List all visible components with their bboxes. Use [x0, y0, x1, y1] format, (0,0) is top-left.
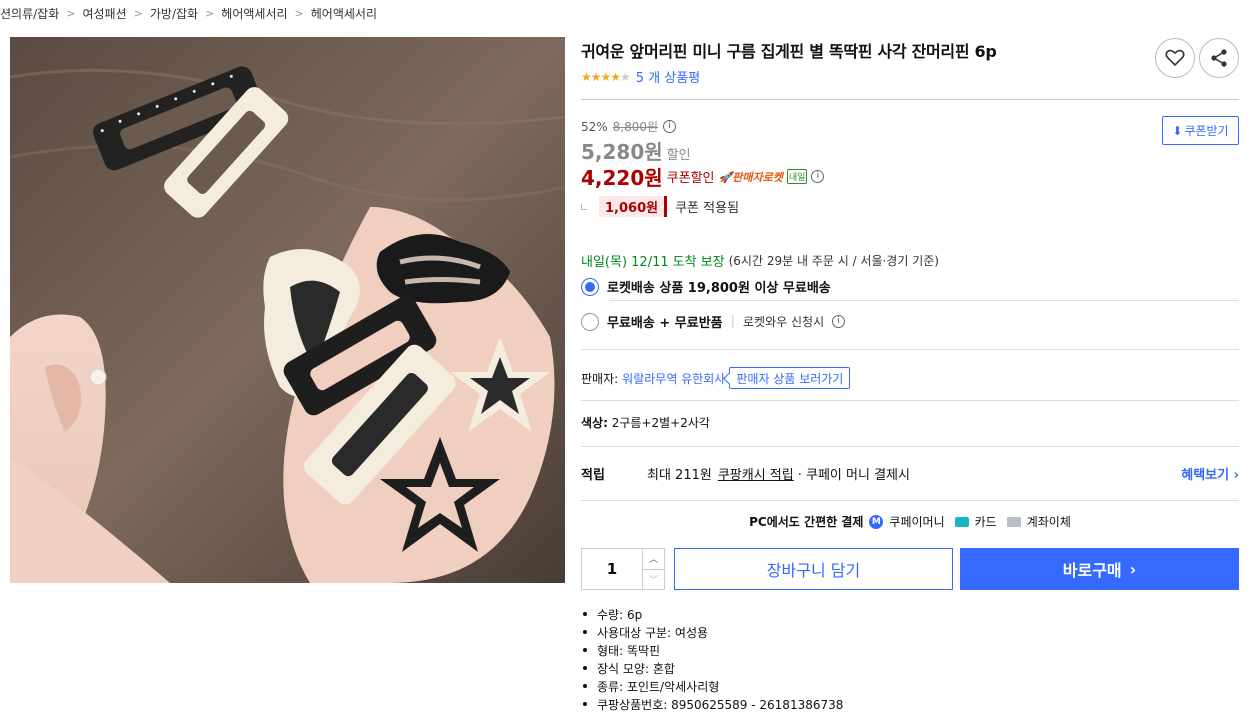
coupon-download-button[interactable]: ⬇ 쿠폰받기: [1162, 116, 1239, 145]
breadcrumb-item[interactable]: 헤어액세서리: [311, 5, 377, 22]
sale-price: 5,280원: [581, 140, 663, 164]
wishlist-button[interactable]: [1155, 38, 1195, 78]
breadcrumb-item[interactable]: 여성패션: [82, 5, 126, 22]
bank-transfer-icon: [1006, 516, 1021, 527]
product-attributes: 수량: 6p 사용대상 구분: 여성용 형태: 똑딱핀 장식 모양: 혼합 종류…: [581, 605, 843, 713]
chevron-right-icon: ›: [1233, 468, 1239, 483]
buy-now-label: 바로구매: [1062, 561, 1122, 580]
seller-row: 판매자: 워랄라무역 유한회사 판매자 상품 보러가기: [581, 367, 851, 389]
quantity-input[interactable]: 1: [582, 549, 642, 589]
rating: ★★★★★ 5 개 상품평: [581, 67, 700, 87]
breadcrumb: 션의류/잡화 > 여성패션 > 가방/잡화 > 헤어액세서리 > 헤어액세서리: [0, 4, 377, 22]
discount-rate: 52%: [581, 119, 608, 134]
product-image[interactable]: [10, 37, 565, 583]
attribute-item: 장식 모양: 혼합: [581, 659, 843, 677]
shipping-option-label: 무료배송 + 무료반품: [607, 316, 723, 331]
quantity-decrease-button[interactable]: ﹀: [643, 568, 664, 590]
attribute-item: 종류: 포인트/악세사리형: [581, 677, 843, 695]
review-count-link[interactable]: 5 개 상품평: [636, 67, 700, 86]
quantity-increase-button[interactable]: ︿: [643, 549, 664, 569]
benefits-more-label: 혜택보기: [1181, 468, 1230, 483]
tomorrow-badge: 내일: [786, 169, 808, 184]
attribute-item: 수량: 6p: [581, 605, 843, 623]
chevron-right-icon: >: [205, 6, 215, 20]
attribute-item: 사용대상 구분: 여성용: [581, 623, 843, 641]
breadcrumb-item[interactable]: 가방/잡화: [150, 5, 198, 22]
reward-label: 적립: [581, 468, 605, 483]
shipping-option-label: 로켓배송 상품 19,800원 이상 무료배송: [607, 281, 831, 296]
coupon-download-label: 쿠폰받기: [1184, 124, 1229, 138]
color-label: 색상:: [581, 416, 608, 430]
coupang-cash-link[interactable]: 쿠팡캐시 적립: [718, 464, 794, 483]
color-value: 2구름+2별+2사각: [611, 416, 710, 430]
shipping-option-rocket[interactable]: 로켓배송 상품 19,800원 이상 무료배송: [581, 277, 831, 296]
chevron-right-icon: >: [133, 6, 143, 20]
delivery-note: (6시간 29분 내 주문 시 / 서울·경기 기준): [728, 254, 939, 268]
product-title: 귀여운 앞머리핀 미니 구름 집게핀 별 똑딱핀 사각 잔머리핀 6p: [581, 42, 997, 61]
benefits-more-link[interactable]: 혜택보기 ›: [1181, 464, 1239, 483]
shipping-option-free[interactable]: 무료배송 + 무료반품 | 로켓와우 신청시 i: [581, 312, 846, 331]
coupon-applied-text: 쿠폰 적용됨: [675, 201, 740, 216]
seller-name-link[interactable]: 워랄라무역 유한회사: [622, 370, 725, 387]
card-icon: [954, 516, 969, 527]
quantity-stepper[interactable]: 1 ︿ ﹀: [581, 548, 665, 590]
heart-icon: [1165, 49, 1185, 67]
original-price: 8,800원: [612, 120, 659, 134]
chevron-right-icon: >: [294, 6, 304, 20]
seller-rocket-text: 판매자로켓: [732, 170, 783, 184]
divider: [581, 99, 1239, 100]
reward-row: 적립 최대 211원 쿠팡캐시 적립 · 쿠페이 머니 결제시 혜택보기 ›: [581, 464, 1239, 483]
quantity-steps: ︿ ﹀: [642, 549, 664, 589]
divider: [581, 446, 1239, 447]
breadcrumb-item[interactable]: 션의류/잡화: [0, 5, 59, 22]
delivery-info: 내일(목) 12/11 도착 보장 (6시간 29분 내 주문 시 / 서울·경…: [581, 251, 939, 270]
info-icon[interactable]: i: [811, 170, 825, 183]
reward-suffix: · 쿠페이 머니 결제시: [797, 468, 910, 483]
coupay-money-icon: M: [869, 514, 884, 529]
delivery-date: 내일(목) 12/11: [581, 255, 669, 270]
seller-rocket-badge: 🚀판매자로켓: [718, 170, 783, 184]
seller-products-link[interactable]: 판매자 상품 보러가기: [729, 367, 851, 389]
separator: |: [730, 314, 736, 329]
coupon-save-amount: 1,060원: [599, 196, 668, 217]
payment-method: 계좌이체: [1026, 515, 1071, 529]
breadcrumb-item[interactable]: 헤어액세서리: [221, 5, 287, 22]
divider: [609, 300, 1239, 301]
delivery-guarantee: 도착 보장: [672, 255, 725, 270]
payment-method: 카드: [974, 515, 997, 529]
payment-title: PC에서도 간편한 결제: [749, 515, 864, 529]
radio-selected[interactable]: [581, 277, 599, 296]
info-icon[interactable]: i: [832, 315, 846, 328]
divider: [581, 400, 1239, 401]
share-button[interactable]: [1199, 38, 1239, 78]
coupon-save-line: 1,060원 쿠폰 적용됨: [581, 196, 739, 217]
sale-label: 할인: [666, 148, 691, 163]
rating-stars: ★★★★★: [581, 69, 631, 84]
coupon-price: 4,220원: [581, 166, 663, 190]
attribute-item: 쿠팡상품번호: 8950625589 - 26181386738: [581, 695, 843, 713]
divider: [581, 500, 1239, 501]
download-icon: ⬇: [1172, 123, 1183, 138]
shipping-option-sub: 로켓와우 신청시: [743, 315, 825, 329]
add-to-cart-button[interactable]: 장바구니 담기: [674, 548, 953, 590]
chevron-right-icon: ›: [1129, 559, 1137, 579]
attribute-item: 형태: 똑딱핀: [581, 641, 843, 659]
radio-unselected[interactable]: [581, 312, 599, 331]
divider: [581, 349, 1239, 350]
color-row: 색상: 2구름+2별+2사각: [581, 414, 710, 431]
discount-line: 52% 8,800원 i: [581, 118, 677, 135]
chevron-right-icon: >: [66, 6, 76, 20]
share-icon: [1211, 49, 1227, 67]
buy-now-button[interactable]: 바로구매 ›: [960, 548, 1239, 590]
payment-method: 쿠페이머니: [889, 515, 945, 529]
product-photo: [10, 37, 565, 583]
reward-amount: 최대 211원: [647, 468, 712, 483]
sale-price-line: 5,280원 할인: [581, 136, 691, 165]
payment-methods: PC에서도 간편한 결제 M 쿠페이머니 카드 계좌이체: [581, 513, 1239, 530]
tree-corner-icon: [581, 203, 587, 210]
coupon-price-line: 4,220원 쿠폰할인 🚀판매자로켓 내일 i: [581, 162, 825, 191]
info-icon[interactable]: i: [663, 120, 677, 133]
seller-label: 판매자:: [581, 371, 619, 386]
coupon-label: 쿠폰할인: [666, 171, 715, 186]
